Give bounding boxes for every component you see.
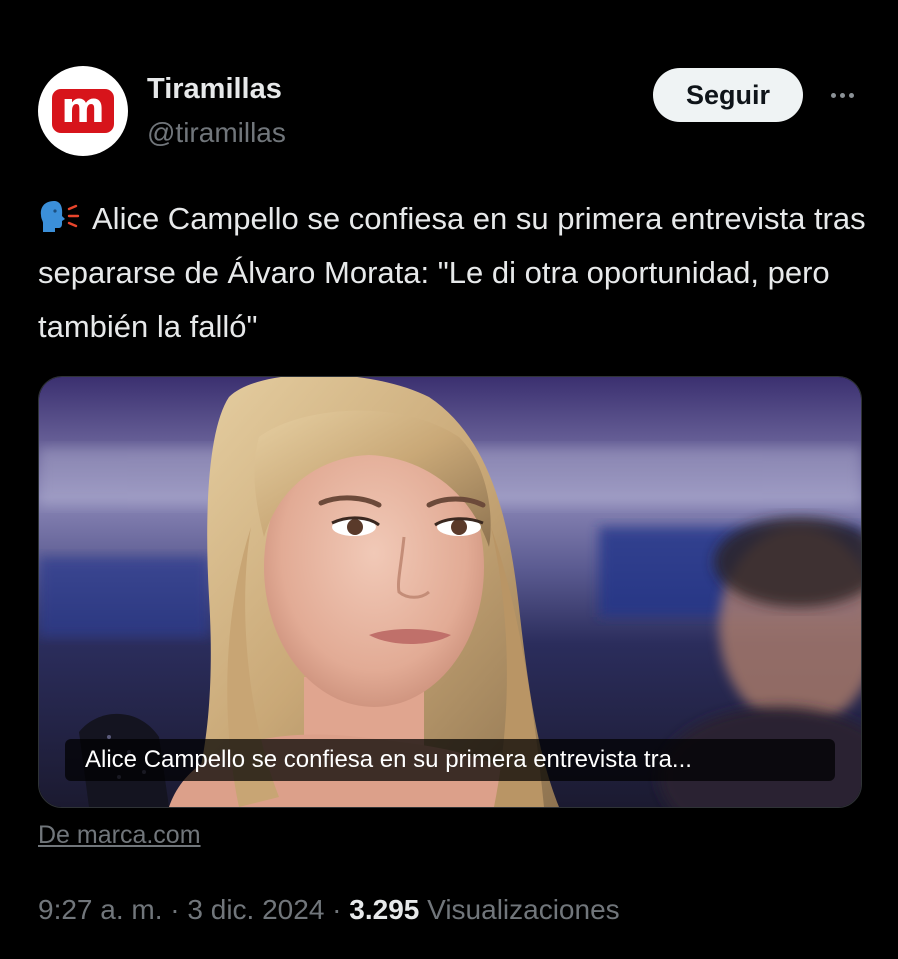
tweet-time[interactable]: 9:27 a. m. <box>38 894 163 925</box>
tweet-body: Alice Campello se confiesa en su primera… <box>38 192 868 354</box>
tweet-date[interactable]: 3 dic. 2024 <box>187 894 324 925</box>
meta-separator: · <box>324 894 350 925</box>
views-count: 3.295 <box>349 894 420 925</box>
views-label: Visualizaciones <box>427 894 620 925</box>
tweet-meta: 9:27 a. m. · 3 dic. 2024 · 3.295 Visuali… <box>38 892 620 928</box>
meta-separator: · <box>162 894 188 925</box>
more-dot <box>839 92 845 98</box>
card-title: Alice Campello se confiesa en su primera… <box>65 739 835 781</box>
account-name[interactable]: Tiramillas <box>147 72 282 106</box>
speaking-head-icon <box>40 201 80 232</box>
more-dot <box>848 92 854 98</box>
more-dot <box>830 92 836 98</box>
follow-button[interactable]: Seguir <box>653 68 803 122</box>
tweet-header: m Tiramillas @tiramillas Seguir <box>38 66 862 162</box>
source-link[interactable]: De marca.com <box>38 820 201 850</box>
avatar-letter: m <box>61 83 105 132</box>
tweet-text: Alice Campello se confiesa en su primera… <box>38 201 866 344</box>
link-preview-card[interactable]: Alice Campello se confiesa en su primera… <box>38 376 862 808</box>
tiramillas-logo-icon: m <box>52 83 114 133</box>
more-horizontal-icon[interactable] <box>822 82 862 108</box>
avatar[interactable]: m <box>38 66 128 156</box>
account-handle[interactable]: @tiramillas <box>147 116 286 150</box>
